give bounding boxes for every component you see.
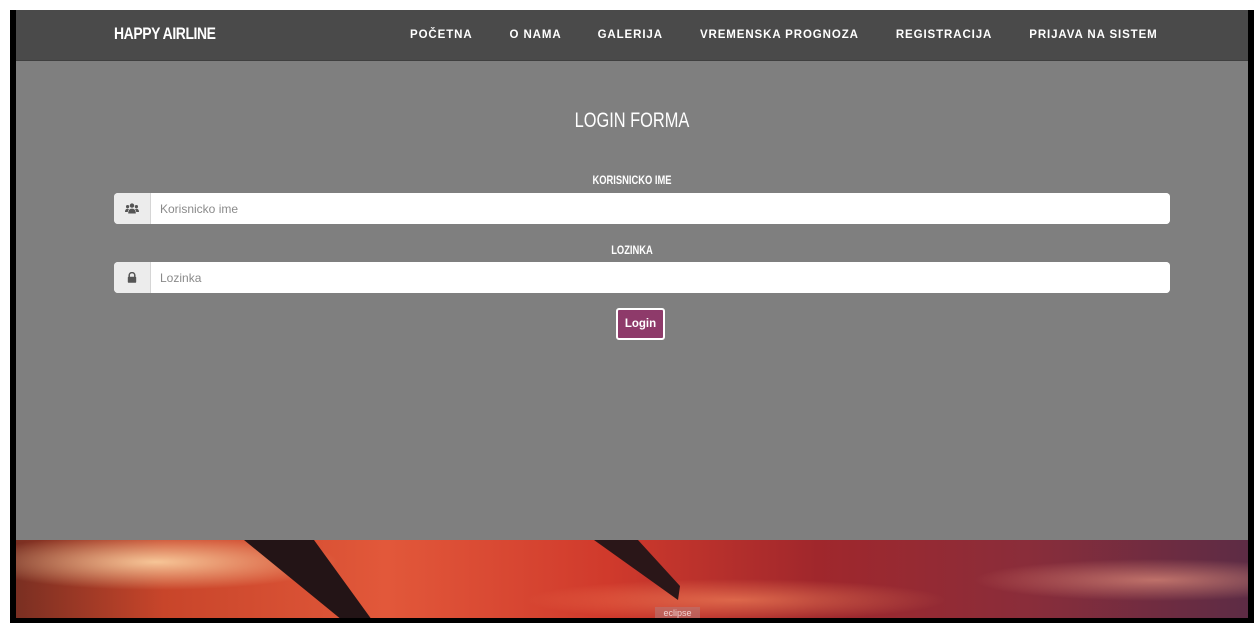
hero-caption: eclipse — [655, 607, 700, 618]
username-label: KORISNICKO IME — [592, 173, 672, 187]
navbar: HAPPY AIRLINE POČETNA O NAMA GALERIJA VR… — [16, 10, 1248, 61]
airplane-wing-silhouette — [244, 540, 680, 618]
password-input-group — [114, 262, 1170, 293]
lock-icon — [114, 262, 151, 293]
login-button[interactable]: Login — [616, 308, 665, 340]
username-input-group — [114, 193, 1170, 224]
password-label: LOZINKA — [611, 243, 653, 257]
password-input[interactable] — [151, 262, 1170, 293]
nav-link-vremenska-prognoza[interactable]: VREMENSKA PROGNOZA — [700, 29, 859, 41]
username-input[interactable] — [151, 193, 1170, 224]
users-icon — [114, 193, 151, 224]
brand-logo[interactable]: HAPPY AIRLINE — [114, 24, 216, 44]
viewport: HAPPY AIRLINE POČETNA O NAMA GALERIJA VR… — [10, 10, 1254, 623]
nav-link-galerija[interactable]: GALERIJA — [598, 29, 663, 41]
nav-link-o-nama[interactable]: O NAMA — [510, 29, 562, 41]
hero-image — [16, 540, 1248, 618]
browser-frame: HAPPY AIRLINE POČETNA O NAMA GALERIJA VR… — [0, 0, 1254, 623]
page: HAPPY AIRLINE POČETNA O NAMA GALERIJA VR… — [16, 10, 1248, 618]
nav-link-prijava-na-sistem[interactable]: PRIJAVA NA SISTEM — [1029, 29, 1157, 41]
nav-link-pocetna[interactable]: POČETNA — [410, 29, 473, 41]
nav-links: POČETNA O NAMA GALERIJA VREMENSKA PROGNO… — [410, 29, 1158, 41]
nav-link-registracija[interactable]: REGISTRACIJA — [896, 29, 992, 41]
login-form-title: LOGIN FORMA — [574, 109, 690, 132]
